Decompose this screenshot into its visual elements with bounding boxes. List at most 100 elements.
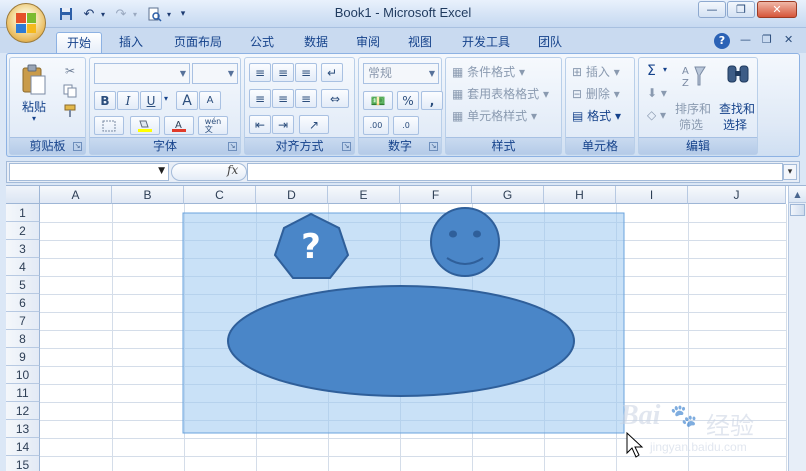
wrap-text-button[interactable]: ↵ (321, 63, 343, 82)
column-header[interactable]: B (112, 186, 184, 204)
column-header[interactable]: I (616, 186, 688, 204)
scroll-up-icon[interactable]: ▲ (789, 186, 806, 203)
insert-cells-button[interactable]: ⊞ 插入 ▾ (572, 63, 620, 80)
underline-dropdown-icon[interactable]: ▾ (164, 94, 168, 103)
find-select-icon[interactable] (723, 62, 753, 90)
tab-review[interactable]: 审阅 (348, 32, 388, 53)
format-painter-icon[interactable] (60, 102, 80, 120)
delete-cells-button[interactable]: ⊟ 删除 ▾ (572, 85, 620, 102)
cut-icon[interactable]: ✂ (60, 62, 80, 80)
grow-font-button[interactable]: A (176, 91, 198, 110)
autosum-dropdown-icon[interactable]: ▾ (663, 65, 667, 74)
column-header[interactable]: C (184, 186, 256, 204)
tab-page-layout[interactable]: 页面布局 (166, 32, 230, 53)
formula-input[interactable] (247, 163, 783, 181)
increase-indent-button[interactable]: ⇥ (272, 115, 294, 134)
row-header[interactable]: 7 (6, 312, 40, 330)
row-header[interactable]: 12 (6, 402, 40, 420)
comma-button[interactable]: , (421, 91, 443, 110)
paste-icon[interactable] (14, 62, 54, 98)
paste-dropdown-icon[interactable]: ▾ (32, 114, 36, 123)
column-header[interactable]: F (400, 186, 472, 204)
paste-button[interactable]: 粘贴 (22, 98, 46, 115)
merge-center-button[interactable]: ⇔ (321, 89, 349, 108)
maximize-button[interactable]: ❐ (727, 1, 755, 18)
percent-button[interactable]: % (397, 91, 419, 110)
cell-styles-button[interactable]: ▦ 单元格样式 ▾ (452, 107, 537, 124)
decrease-decimal-button[interactable]: .0 (393, 116, 419, 135)
increase-decimal-button[interactable]: .00 (363, 116, 389, 135)
workbook-close-button[interactable]: ✕ (784, 33, 793, 46)
font-color-button[interactable]: A (164, 116, 194, 135)
fill-color-button[interactable] (130, 116, 160, 135)
row-header[interactable]: 4 (6, 258, 40, 276)
fill-icon[interactable]: ⬇ ▾ (647, 86, 667, 100)
sort-filter-icon[interactable]: AZ (679, 62, 709, 90)
sort-filter-label-2[interactable]: 筛选 (679, 116, 703, 133)
clipboard-launcher-icon[interactable]: ↘ (73, 142, 82, 151)
column-header[interactable]: G (472, 186, 544, 204)
tab-formulas[interactable]: 公式 (242, 32, 282, 53)
expand-formula-bar-icon[interactable]: ▾ (783, 164, 797, 180)
shrink-font-button[interactable]: A (199, 91, 221, 110)
row-header[interactable]: 11 (6, 384, 40, 402)
orientation-button[interactable]: ↗ (299, 115, 329, 134)
workbook-restore-button[interactable]: ❐ (762, 33, 772, 46)
row-header[interactable]: 8 (6, 330, 40, 348)
alignment-launcher-icon[interactable]: ↘ (342, 142, 351, 151)
name-box-dropdown-icon[interactable]: ▼ (158, 166, 165, 176)
name-box[interactable]: ▼ (9, 163, 169, 181)
tab-data[interactable]: 数据 (296, 32, 336, 53)
number-launcher-icon[interactable]: ↘ (429, 142, 438, 151)
underline-button[interactable]: U (140, 91, 162, 110)
tab-insert[interactable]: 插入 (110, 32, 152, 53)
scroll-thumb[interactable] (790, 204, 805, 216)
find-select-label-2[interactable]: 选择 (723, 116, 747, 133)
minimize-button[interactable]: — (698, 1, 726, 18)
row-header[interactable]: 3 (6, 240, 40, 258)
select-all-button[interactable] (6, 186, 40, 204)
tab-home[interactable]: 开始 (56, 32, 102, 53)
currency-button[interactable]: 💵 (363, 91, 393, 110)
font-size-combo[interactable]: ▼ (192, 63, 238, 84)
insert-function-button[interactable]: fx (227, 163, 238, 177)
top-align-button[interactable]: ≡ (249, 63, 271, 82)
column-header[interactable]: E (328, 186, 400, 204)
italic-button[interactable]: I (117, 91, 139, 110)
number-format-combo[interactable]: 常规 ▼ (363, 63, 439, 84)
row-header[interactable]: 13 (6, 420, 40, 438)
bottom-align-button[interactable]: ≡ (295, 63, 317, 82)
row-header[interactable]: 1 (6, 204, 40, 222)
row-header[interactable]: 15 (6, 456, 40, 471)
close-button[interactable]: ✕ (757, 1, 797, 18)
copy-icon[interactable] (60, 82, 80, 100)
row-header[interactable]: 14 (6, 438, 40, 456)
phonetic-button[interactable]: wén 文 (198, 116, 228, 135)
tab-view[interactable]: 视图 (400, 32, 440, 53)
sort-filter-label-1[interactable]: 排序和 (675, 100, 711, 117)
format-cells-button[interactable]: ▤ 格式 ▾ (572, 107, 621, 124)
row-header[interactable]: 2 (6, 222, 40, 240)
column-header[interactable]: H (544, 186, 616, 204)
row-header[interactable]: 6 (6, 294, 40, 312)
tab-team[interactable]: 团队 (530, 32, 570, 53)
tab-developer[interactable]: 开发工具 (454, 32, 518, 53)
workbook-minimize-button[interactable]: — (740, 33, 751, 46)
column-header[interactable]: A (40, 186, 112, 204)
column-header[interactable]: D (256, 186, 328, 204)
font-name-combo[interactable]: ▼ (94, 63, 190, 84)
row-header[interactable]: 9 (6, 348, 40, 366)
middle-align-button[interactable]: ≡ (272, 63, 294, 82)
clear-icon[interactable]: ◇ ▾ (647, 108, 666, 122)
align-center-button[interactable]: ≡ (272, 89, 294, 108)
column-header[interactable]: J (688, 186, 786, 204)
bold-button[interactable]: B (94, 91, 116, 110)
find-select-label-1[interactable]: 查找和 (719, 100, 755, 117)
autosum-button[interactable]: Σ (647, 63, 656, 79)
conditional-format-button[interactable]: ▦ 条件格式 ▾ (452, 63, 525, 80)
borders-button[interactable] (94, 116, 124, 135)
row-header[interactable]: 5 (6, 276, 40, 294)
align-left-button[interactable]: ≡ (249, 89, 271, 108)
row-header[interactable]: 10 (6, 366, 40, 384)
font-launcher-icon[interactable]: ↘ (228, 142, 237, 151)
